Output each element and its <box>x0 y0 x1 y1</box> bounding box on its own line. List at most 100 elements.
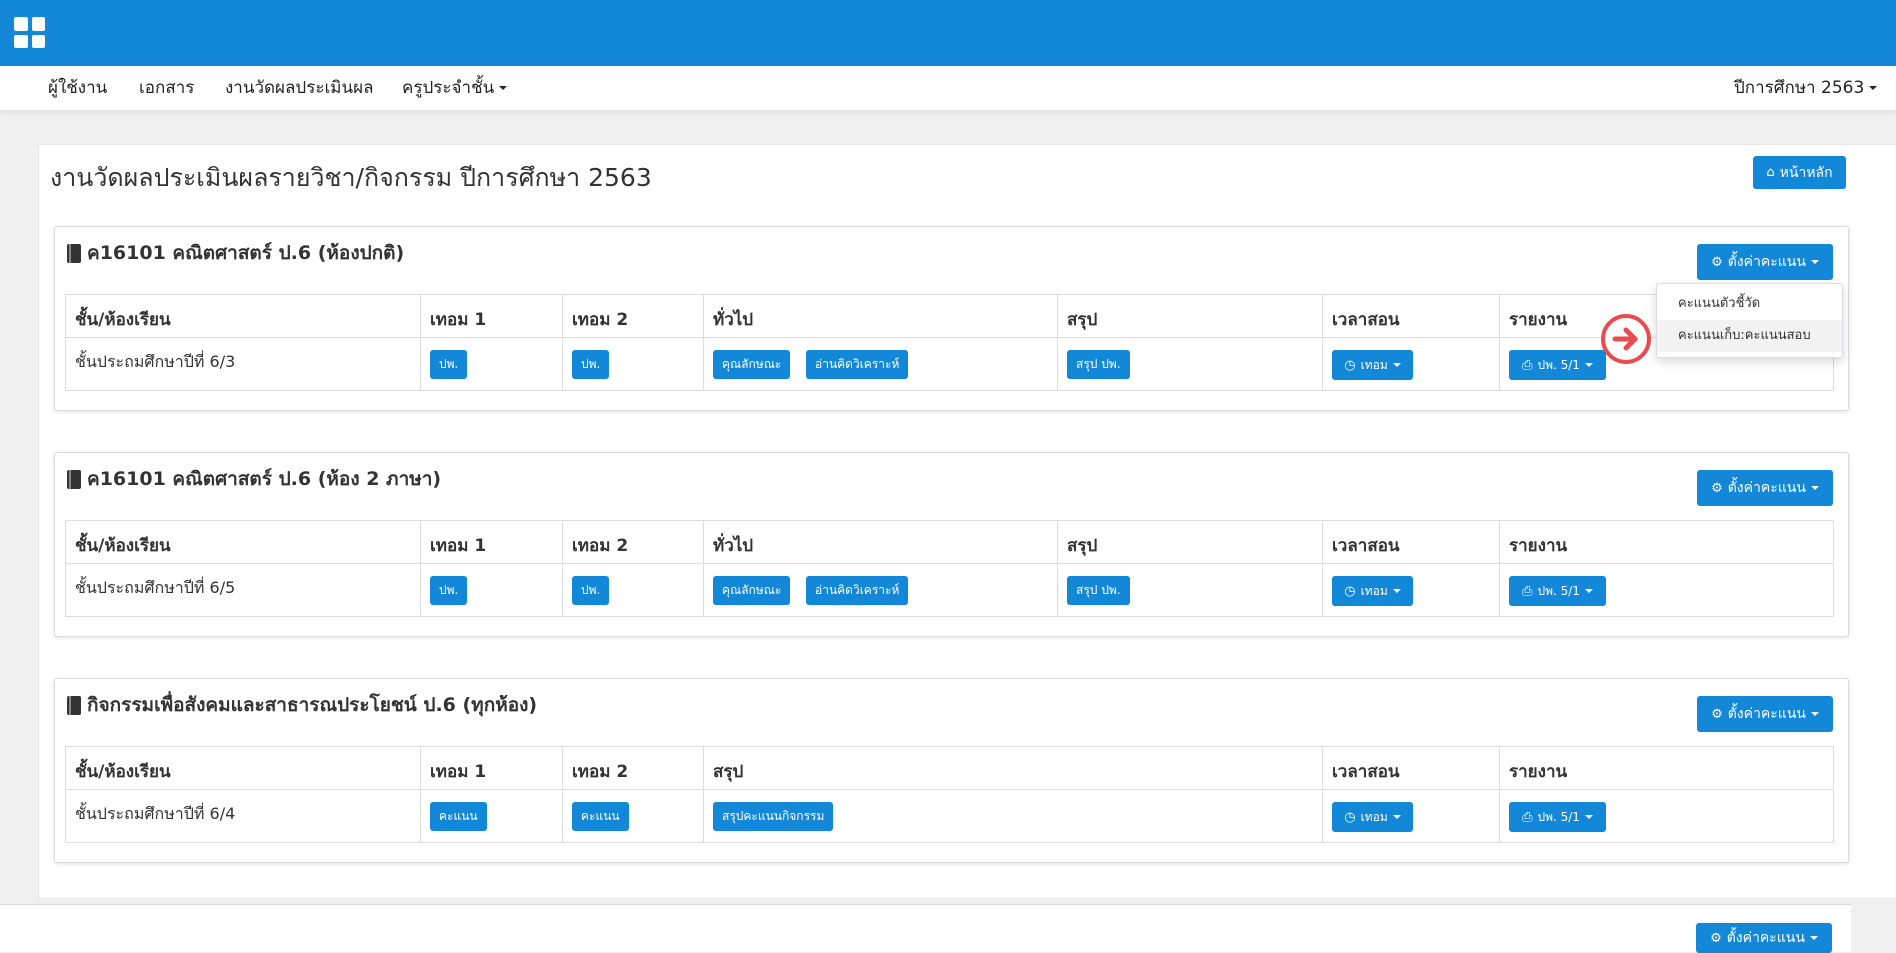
header-report: รายงาน <box>1509 762 1568 782</box>
header-term1: เทอม 1 <box>430 536 487 556</box>
next-subject-card: ⚙ ตั้งค่าคะแนน <box>0 904 1851 953</box>
term2-pp-button[interactable]: ปพ. <box>572 576 610 605</box>
chevron-down-icon <box>1392 589 1401 593</box>
printer-icon: ⎙ <box>1522 583 1533 599</box>
menu-item-indicator-score[interactable]: คะแนนตัวชี้วัด <box>1657 288 1842 320</box>
header-schedule: เวลาสอน <box>1332 310 1400 330</box>
settings-label: ตั้งค่าคะแนน <box>1727 254 1806 270</box>
settings-dropdown-menu: คะแนนตัวชี้วัด คะแนนเก็บ:คะแนนสอบ <box>1656 283 1843 358</box>
chevron-down-icon <box>1869 86 1878 90</box>
character-button[interactable]: คุณลักษณะ <box>713 576 791 605</box>
clock-icon: ◷ <box>1344 809 1356 825</box>
nav-academic-year[interactable]: ปีการศึกษา 2563 <box>1734 66 1878 110</box>
header-term2: เทอม 2 <box>572 536 629 556</box>
main-navbar: ผู้ใช้งาน เอกสาร งานวัดผลประเมินผล ครูปร… <box>0 66 1896 111</box>
page-title: งานวัดผลประเมินผลรายวิชา/กิจกรรม ปีการศึ… <box>50 163 652 192</box>
card-title: กิจกรรมเพื่อสังคมและสาธารณประโยชน์ ป.6 (… <box>67 690 537 720</box>
gear-icon: ⚙ <box>1711 480 1723 496</box>
card-title-text: กิจกรรมเพื่อสังคมและสาธารณประโยชน์ ป.6 (… <box>87 694 538 716</box>
activity-card: กิจกรรมเพื่อสังคมและสาธารณประโยชน์ ป.6 (… <box>54 678 1849 863</box>
arrow-right-icon <box>1601 314 1651 364</box>
printer-icon: ⎙ <box>1522 357 1533 373</box>
home-button[interactable]: ⌂ หน้าหลัก <box>1753 156 1846 189</box>
header-general: ทั่วไป <box>713 310 754 330</box>
settings-label: ตั้งค่าคะแนน <box>1727 480 1806 496</box>
header-summary: สรุป <box>1067 536 1098 556</box>
chevron-down-icon <box>1810 260 1819 264</box>
summary-activity-button[interactable]: สรุปคะแนนกิจกรรม <box>713 802 834 831</box>
settings-score-button[interactable]: ⚙ ตั้งค่าคะแนน <box>1697 470 1833 506</box>
subject-card: ค16101 คณิตศาสตร์ ป.6 (ห้องปกติ) ⚙ ตั้งค่… <box>54 226 1849 411</box>
table-divider <box>66 789 1833 790</box>
clock-icon: ◷ <box>1344 583 1356 599</box>
gear-icon: ⚙ <box>1711 706 1723 722</box>
term-dropdown-button[interactable]: ◷ เทอม <box>1332 576 1413 606</box>
subject-card: ค16101 คณิตศาสตร์ ป.6 (ห้อง 2 ภาษา) ⚙ ตั้… <box>54 452 1849 637</box>
settings-label: ตั้งค่าคะแนน <box>1726 930 1805 946</box>
report-label: ปพ. 5/1 <box>1537 357 1580 372</box>
nav-documents[interactable]: เอกสาร <box>139 66 194 110</box>
gear-icon: ⚙ <box>1710 930 1722 946</box>
menu-item-collected-exam-score[interactable]: คะแนนเก็บ:คะแนนสอบ <box>1657 320 1842 352</box>
term2-score-button[interactable]: คะแนน <box>572 802 629 831</box>
term-label: เทอม <box>1360 583 1388 598</box>
book-icon <box>67 469 81 489</box>
card-title-text: ค16101 คณิตศาสตร์ ป.6 (ห้องปกติ) <box>87 242 405 264</box>
report-dropdown-button[interactable]: ⎙ ปพ. 5/1 <box>1509 802 1606 832</box>
chevron-down-icon <box>1810 486 1819 490</box>
header-report: รายงาน <box>1509 310 1568 330</box>
settings-score-button[interactable]: ⚙ ตั้งค่าคะแนน <box>1697 244 1833 280</box>
header-term2: เทอม 2 <box>572 310 629 330</box>
chevron-down-icon <box>1584 363 1593 367</box>
home-button-label: หน้าหลัก <box>1779 164 1833 181</box>
nav-evaluation[interactable]: งานวัดผลประเมินผล <box>225 66 374 110</box>
header-schedule: เวลาสอน <box>1332 536 1400 556</box>
top-bar <box>0 0 1896 66</box>
chevron-down-icon <box>1584 589 1593 593</box>
reading-analysis-button[interactable]: อ่านคิดวิเคราะห์ <box>806 350 909 379</box>
chevron-down-icon <box>1810 712 1819 716</box>
header-class: ชั้น/ห้องเรียน <box>75 536 171 556</box>
nav-users[interactable]: ผู้ใช้งาน <box>48 66 107 110</box>
nav-homeroom-label: ครูประจำชั้น <box>402 78 495 98</box>
term1-pp-button[interactable]: ปพ. <box>430 350 468 379</box>
header-term1: เทอม 1 <box>430 310 487 330</box>
header-summary: สรุป <box>1067 310 1098 330</box>
header-summary: สรุป <box>713 762 744 782</box>
header-schedule: เวลาสอน <box>1332 762 1400 782</box>
class-table: ชั้น/ห้องเรียน เทอม 1 เทอม 2 ทั่วไป สรุป… <box>65 294 1834 391</box>
apps-grid-icon[interactable] <box>14 17 45 48</box>
term-dropdown-button[interactable]: ◷ เทอม <box>1332 350 1413 380</box>
header-term1: เทอม 1 <box>430 762 487 782</box>
chevron-down-icon <box>499 86 508 90</box>
reading-analysis-button[interactable]: อ่านคิดวิเคราะห์ <box>806 576 909 605</box>
table-divider <box>66 563 1833 564</box>
character-button[interactable]: คุณลักษณะ <box>713 350 791 379</box>
book-icon <box>67 695 81 715</box>
home-icon: ⌂ <box>1766 165 1775 180</box>
header-general: ทั่วไป <box>713 536 754 556</box>
settings-score-button[interactable]: ⚙ ตั้งค่าคะแนน <box>1697 696 1833 732</box>
printer-icon: ⎙ <box>1522 809 1533 825</box>
gear-icon: ⚙ <box>1711 254 1723 270</box>
summary-pp-button[interactable]: สรุป ปพ. <box>1067 350 1130 379</box>
term-dropdown-button[interactable]: ◷ เทอม <box>1332 802 1413 832</box>
nav-homeroom-teacher[interactable]: ครูประจำชั้น <box>402 66 508 110</box>
card-title: ค16101 คณิตศาสตร์ ป.6 (ห้องปกติ) <box>67 238 404 268</box>
class-table: ชั้น/ห้องเรียน เทอม 1 เทอม 2 ทั่วไป สรุป… <box>65 520 1834 617</box>
term1-score-button[interactable]: คะแนน <box>430 802 487 831</box>
report-dropdown-button[interactable]: ⎙ ปพ. 5/1 <box>1509 350 1606 380</box>
term1-pp-button[interactable]: ปพ. <box>430 576 468 605</box>
chevron-down-icon <box>1392 815 1401 819</box>
class-name: ชั้นประถมศึกษาปีที่ 6/3 <box>75 352 236 371</box>
table-divider <box>66 337 1833 338</box>
class-name: ชั้นประถมศึกษาปีที่ 6/5 <box>75 578 236 597</box>
report-dropdown-button[interactable]: ⎙ ปพ. 5/1 <box>1509 576 1606 606</box>
chevron-down-icon <box>1584 815 1593 819</box>
header-class: ชั้น/ห้องเรียน <box>75 310 171 330</box>
term-label: เทอม <box>1360 809 1388 824</box>
term2-pp-button[interactable]: ปพ. <box>572 350 610 379</box>
summary-pp-button[interactable]: สรุป ปพ. <box>1067 576 1130 605</box>
settings-score-button[interactable]: ⚙ ตั้งค่าคะแนน <box>1696 923 1832 953</box>
clock-icon: ◷ <box>1344 357 1356 373</box>
